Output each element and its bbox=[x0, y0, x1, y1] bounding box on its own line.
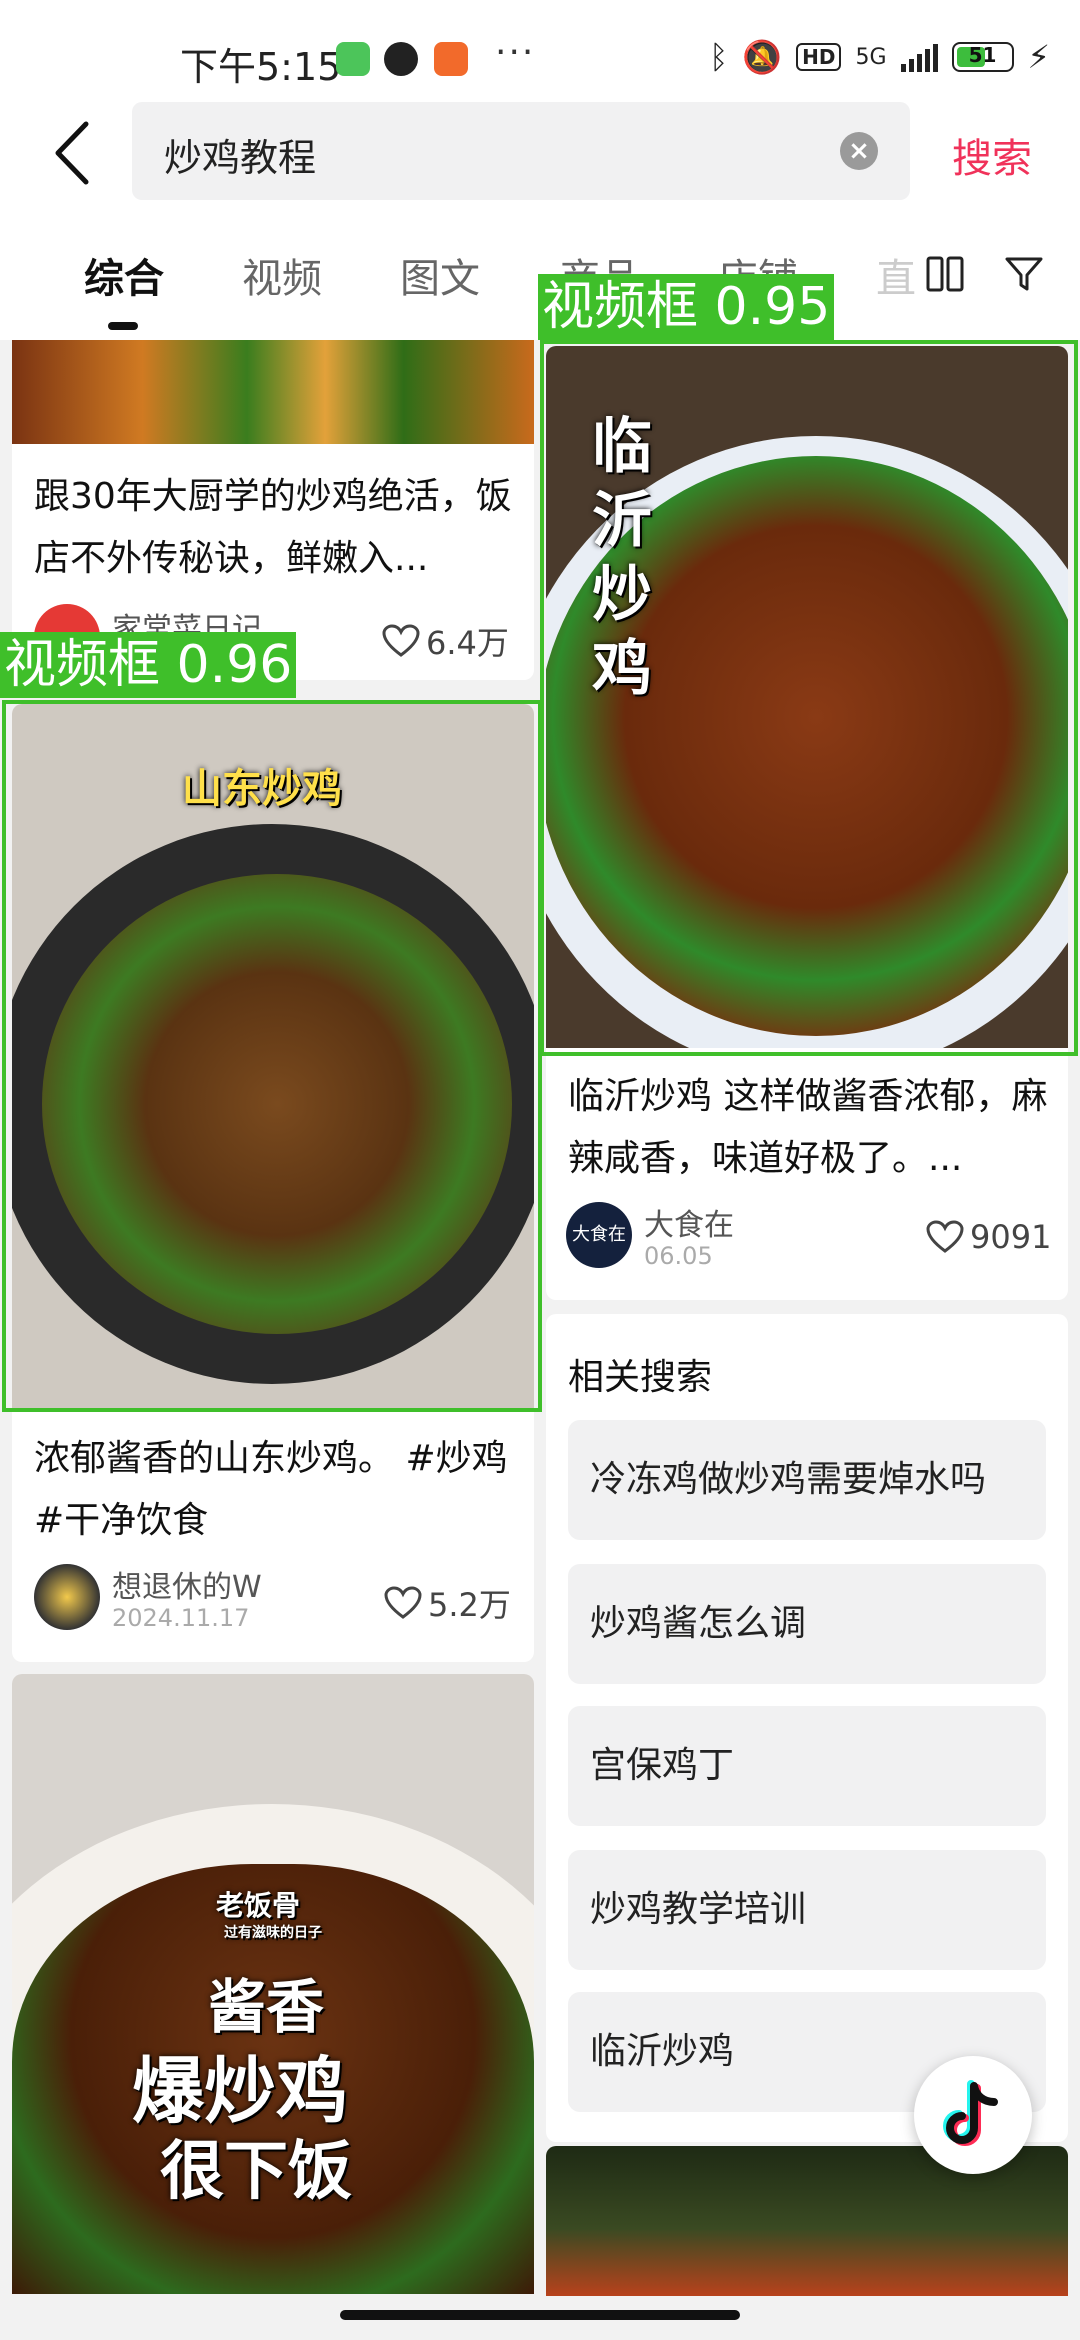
detection-box-video-2 bbox=[540, 340, 1078, 1056]
brand-subtitle: 过有滋味的日子 bbox=[224, 1925, 322, 1941]
more-notifications-icon: ··· bbox=[495, 32, 536, 73]
search-query: 炒鸡教程 bbox=[164, 136, 317, 180]
layout-toggle-icon[interactable] bbox=[926, 254, 964, 294]
heart-icon bbox=[926, 1220, 964, 1253]
author-name: 大食在 bbox=[644, 1208, 734, 1243]
like-count-value: 5.2万 bbox=[428, 1586, 511, 1624]
post-date: 2024.11.17 bbox=[112, 1604, 250, 1632]
brand-overlay: 老饭骨 bbox=[216, 1889, 301, 1922]
post-date: 06.05 bbox=[644, 1242, 713, 1270]
network-label: 5G bbox=[855, 44, 887, 70]
like-count[interactable]: 5.2万 bbox=[384, 1580, 511, 1626]
like-count-value: 6.4万 bbox=[426, 624, 509, 662]
related-searches-title: 相关搜索 bbox=[568, 1357, 713, 1398]
qq-app-icon bbox=[384, 42, 418, 76]
filter-icon[interactable] bbox=[1004, 254, 1044, 294]
card-thumbnail bbox=[12, 340, 534, 444]
card-title: 临沂炒鸡 这样做酱香浓郁，麻辣咸香，味道好极了。... bbox=[568, 1076, 1048, 1179]
tab-video[interactable]: 视频 bbox=[242, 246, 322, 304]
heart-icon bbox=[384, 1586, 422, 1619]
signal-icon bbox=[900, 42, 938, 72]
tab-live[interactable]: 直 bbox=[876, 246, 916, 304]
58-app-icon bbox=[434, 42, 468, 76]
overlay-line-3: 很下饭 bbox=[160, 2134, 352, 2209]
mute-bell-icon: 🔕 bbox=[742, 38, 783, 76]
card-video-thumbnail: 老饭骨 过有滋味的日子 酱香 爆炒鸡 很下饭 bbox=[12, 1674, 534, 2294]
douyin-logo-icon bbox=[943, 2080, 998, 2146]
detection-box-video-1 bbox=[2, 700, 542, 1412]
related-searches-panel: 相关搜索 冷冻鸡做炒鸡需要焯水吗 炒鸡酱怎么调 宫保鸡丁 炒鸡教学培训 临沂炒鸡 bbox=[546, 1314, 1068, 2142]
heart-icon bbox=[382, 624, 420, 657]
battery-icon: 51 bbox=[951, 42, 1014, 72]
author-avatar: 大食在 bbox=[566, 1202, 632, 1268]
like-count-value: 9091 bbox=[970, 1218, 1052, 1256]
like-count[interactable]: 6.4万 bbox=[382, 618, 509, 664]
detection-label-1: 视频框 0.96 bbox=[0, 632, 297, 698]
tab-comprehensive[interactable]: 综合 bbox=[84, 246, 164, 304]
hd-icon: HD bbox=[796, 43, 842, 71]
related-search-item[interactable]: 宫保鸡丁 bbox=[568, 1706, 1046, 1826]
charging-icon: ⚡ bbox=[1027, 38, 1050, 76]
detection-label-2: 视频框 0.95 bbox=[538, 274, 835, 340]
card-title: 浓郁酱香的山东炒鸡。 #炒鸡 #干净饮食 bbox=[34, 1438, 508, 1541]
related-search-item[interactable]: 冷冻鸡做炒鸡需要焯水吗 bbox=[568, 1420, 1046, 1540]
search-input[interactable]: 炒鸡教程 × bbox=[132, 102, 910, 200]
search-header: 炒鸡教程 × 搜索 bbox=[0, 100, 1080, 210]
wechat-app-icon bbox=[336, 42, 370, 76]
avatar-text: 大食在 bbox=[572, 1224, 626, 1245]
search-button[interactable]: 搜索 bbox=[952, 126, 1032, 184]
author-avatar bbox=[34, 1564, 100, 1630]
related-search-item[interactable]: 炒鸡教学培训 bbox=[568, 1850, 1046, 1970]
like-count[interactable]: 9091 bbox=[926, 1218, 1051, 1256]
tab-image-text[interactable]: 图文 bbox=[400, 246, 480, 304]
card-title: 跟30年大厨学的炒鸡绝活，饭店不外传秘诀，鲜嫩入... bbox=[34, 476, 512, 579]
battery-level: 51 bbox=[968, 43, 997, 67]
home-indicator[interactable] bbox=[340, 2310, 740, 2320]
douyin-floating-button[interactable] bbox=[914, 2056, 1032, 2174]
related-search-item[interactable]: 炒鸡酱怎么调 bbox=[568, 1564, 1046, 1684]
result-card-sauce-chicken[interactable]: 老饭骨 过有滋味的日子 酱香 爆炒鸡 很下饭 bbox=[12, 1674, 534, 2294]
back-arrow-icon[interactable] bbox=[48, 118, 96, 188]
clear-icon[interactable]: × bbox=[840, 132, 878, 170]
author-name: 想退休的W bbox=[112, 1570, 262, 1605]
bluetooth-icon: ᛒ bbox=[709, 38, 729, 76]
status-time: 下午5:15 bbox=[180, 45, 342, 89]
active-tab-indicator bbox=[108, 322, 138, 330]
